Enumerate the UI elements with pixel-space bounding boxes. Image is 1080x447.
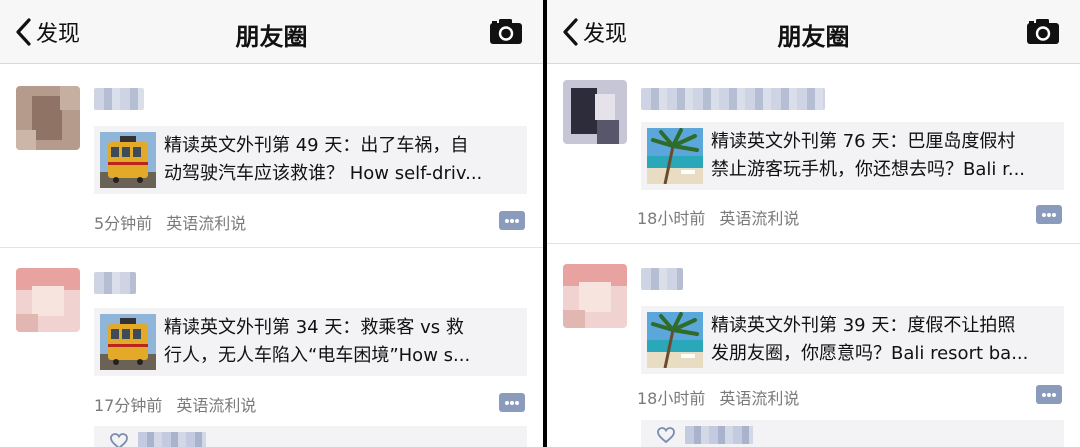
moment-post: 精读英文外刊第 34 天：救乘客 vs 救 行人，无人车陷入“电车困境”How … [0, 248, 543, 447]
post-time: 5分钟前 [94, 214, 153, 233]
shared-article-card[interactable]: 精读英文外刊第 39 天：度假不让拍照 发朋友圈，你愿意吗？Bali resor… [641, 306, 1064, 374]
page-title: 朋友圈 [777, 23, 850, 51]
page-title: 朋友圈 [235, 23, 308, 51]
heart-icon [110, 433, 128, 447]
avatar[interactable] [16, 268, 80, 332]
post-meta: 18小时前 英语流利说 [637, 385, 799, 409]
post-source[interactable]: 英语流利说 [176, 396, 256, 415]
shared-article-card[interactable]: 精读英文外刊第 49 天：出了车祸，自 动驾驶汽车应该救谁？ How self-… [94, 126, 527, 194]
post-source[interactable]: 英语流利说 [166, 214, 246, 233]
post-time: 18小时前 [637, 389, 706, 408]
user-name-blurred[interactable] [94, 88, 144, 110]
post-meta: 5分钟前 英语流利说 [94, 210, 246, 234]
avatar[interactable] [563, 264, 627, 328]
liker-names-blurred[interactable] [138, 432, 206, 447]
moments-screen-left: 发现 朋友圈 精读英文外刊第 49 天：出了车祸，自 动驾驶汽车应该救谁？ Ho… [0, 0, 543, 447]
tram-thumbnail [100, 314, 156, 370]
article-title: 精读英文外刊第 34 天：救乘客 vs 救 行人，无人车陷入“电车困境”How … [164, 317, 471, 366]
liker-names-blurred[interactable] [685, 426, 753, 444]
post-time: 17分钟前 [94, 396, 163, 415]
user-name-blurred[interactable] [94, 272, 136, 294]
post-meta: 17分钟前 英语流利说 [94, 392, 256, 416]
shared-article-card[interactable]: 精读英文外刊第 34 天：救乘客 vs 救 行人，无人车陷入“电车困境”How … [94, 308, 527, 376]
avatar[interactable] [16, 86, 80, 150]
heart-icon [657, 427, 675, 443]
comment-icon[interactable] [1036, 385, 1062, 404]
article-title: 精读英文外刊第 76 天：巴厘岛度假村 禁止游客玩手机，你还想去吗？Bali r… [711, 131, 1026, 180]
beach-thumbnail [647, 128, 703, 184]
post-time: 18小时前 [637, 209, 706, 228]
tram-thumbnail [100, 132, 156, 188]
beach-thumbnail [647, 312, 703, 368]
navigation-bar: 发现 朋友圈 [0, 0, 543, 64]
user-name-blurred[interactable] [641, 268, 683, 290]
comment-icon[interactable] [499, 211, 525, 230]
moment-post: 精读英文外刊第 76 天：巴厘岛度假村 禁止游客玩手机，你还想去吗？Bali r… [547, 64, 1080, 248]
moment-post: 精读英文外刊第 39 天：度假不让拍照 发朋友圈，你愿意吗？Bali resor… [547, 244, 1080, 447]
likes-bar [641, 420, 1064, 447]
post-meta: 18小时前 英语流利说 [637, 205, 799, 229]
moments-screen-right: 发现 朋友圈 精读英文外刊第 76 天：巴厘岛度假村 禁止游客玩手机，你还想去吗… [547, 0, 1080, 447]
camera-icon[interactable] [489, 17, 523, 45]
article-title: 精读英文外刊第 39 天：度假不让拍照 发朋友圈，你愿意吗？Bali resor… [711, 315, 1029, 364]
camera-icon[interactable] [1026, 17, 1060, 45]
shared-article-card[interactable]: 精读英文外刊第 76 天：巴厘岛度假村 禁止游客玩手机，你还想去吗？Bali r… [641, 122, 1064, 190]
navigation-bar: 发现 朋友圈 [547, 0, 1080, 64]
moment-post: 精读英文外刊第 49 天：出了车祸，自 动驾驶汽车应该救谁？ How self-… [0, 64, 543, 248]
comment-icon[interactable] [499, 393, 525, 412]
user-name-blurred[interactable] [641, 88, 825, 110]
likes-bar [94, 426, 527, 447]
post-source[interactable]: 英语流利说 [719, 209, 799, 228]
post-source[interactable]: 英语流利说 [719, 389, 799, 408]
avatar[interactable] [563, 80, 627, 144]
comment-icon[interactable] [1036, 205, 1062, 224]
article-title: 精读英文外刊第 49 天：出了车祸，自 动驾驶汽车应该救谁？ How self-… [164, 135, 483, 184]
